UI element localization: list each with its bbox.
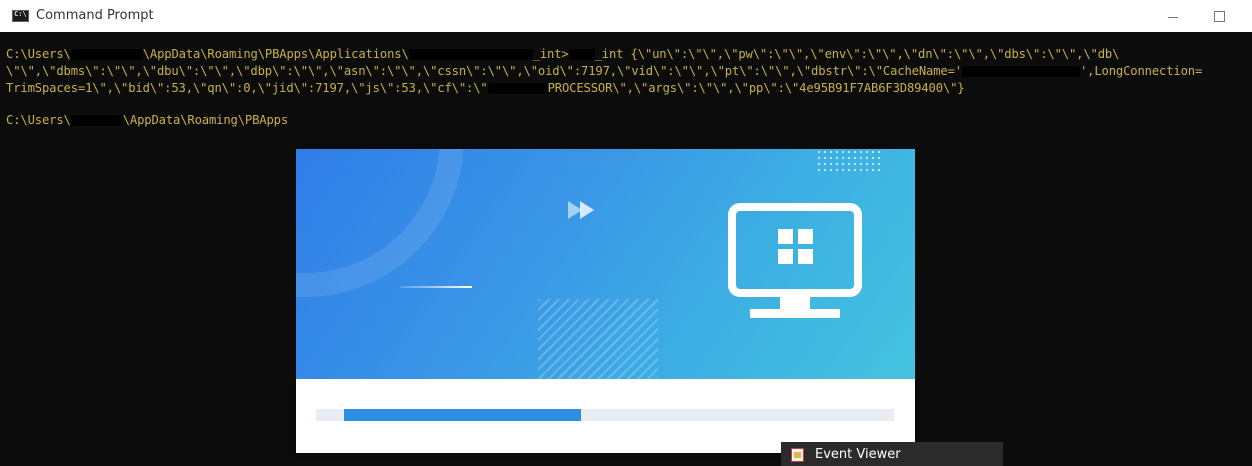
minimize-icon	[1168, 16, 1178, 18]
fast-forward-icon	[568, 201, 594, 219]
progress-track	[316, 409, 894, 421]
maximize-icon	[1213, 10, 1225, 22]
maximize-button[interactable]	[1196, 0, 1242, 32]
console-line: C:\Users\ \AppData\Roaming\PBApps\Applica…	[6, 47, 1120, 61]
event-viewer-icon	[791, 448, 804, 462]
cmd-icon	[12, 10, 29, 22]
console-line: TrimSpaces=1\",\"bid\":53,\"qn\":0,\"jid…	[6, 81, 965, 95]
console-line: C:\Users\ \AppData\Roaming\PBApps	[6, 113, 288, 127]
taskbar-popup[interactable]: Event Viewer	[781, 442, 1003, 466]
title-bar[interactable]: Command Prompt	[0, 0, 1252, 32]
redacted-text	[70, 115, 123, 126]
event-viewer-label[interactable]: Event Viewer	[815, 447, 901, 462]
redacted-text	[70, 49, 143, 60]
progress-bar	[344, 409, 581, 421]
decorative-arc	[296, 149, 464, 297]
light-streak	[400, 286, 472, 288]
monitor-app-icon	[728, 203, 862, 318]
redacted-text	[408, 49, 533, 60]
redacted-text	[487, 83, 548, 94]
redacted-text	[961, 66, 1080, 77]
console-line: \"\",\"dbms\":\"\",\"dbu\":\"\",\"dbp\":…	[6, 64, 1203, 78]
splash-window	[296, 149, 915, 453]
redacted-text	[568, 49, 595, 60]
hatch-pattern	[538, 299, 658, 379]
minimize-button[interactable]	[1150, 0, 1196, 32]
window-title: Command Prompt	[36, 8, 154, 23]
dot-pattern	[816, 149, 880, 175]
splash-hero	[296, 149, 915, 379]
